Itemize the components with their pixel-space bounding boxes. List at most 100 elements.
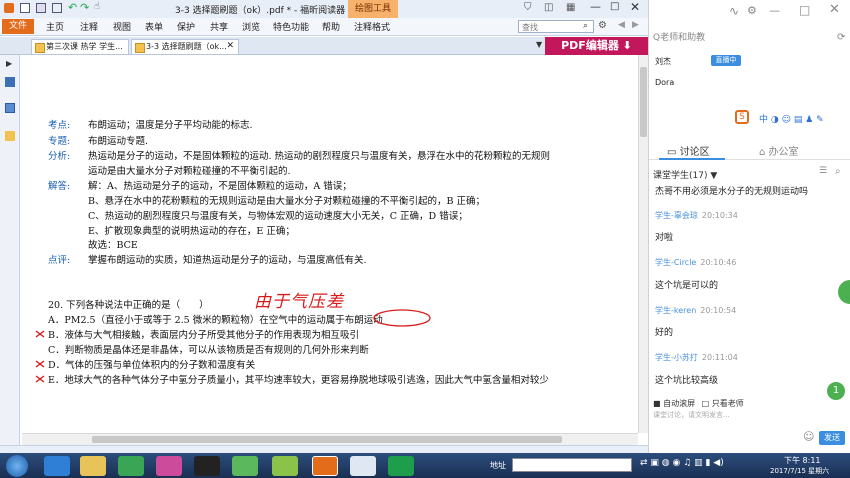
back-arrow-icon[interactable]: ◀ xyxy=(618,20,625,30)
pages-icon[interactable] xyxy=(5,103,15,113)
chat-input[interactable]: 课堂讨论，请文明发言... xyxy=(653,410,847,428)
layout-icon[interactable]: ▦ xyxy=(566,2,575,13)
media-player-icon[interactable] xyxy=(156,456,182,476)
address-bar[interactable] xyxy=(512,458,632,472)
menu-browse[interactable]: 浏览 xyxy=(242,20,260,33)
chat-message-header: 学生-Circle 20:10:46 xyxy=(655,257,736,268)
panel-minimize-button[interactable]: — xyxy=(769,4,780,17)
save-icon[interactable] xyxy=(20,3,30,13)
menu-protect[interactable]: 保护 xyxy=(177,20,195,33)
teacher-name: 刘杰 xyxy=(655,57,671,66)
forward-arrow-icon[interactable]: ▶ xyxy=(632,20,639,30)
comments-icon[interactable] xyxy=(5,131,15,141)
tab-discussion-label: 讨论区 xyxy=(679,147,710,158)
minimize-button[interactable]: — xyxy=(590,0,601,13)
students-dropdown[interactable]: 课堂学生(17) ▼ xyxy=(653,168,717,181)
open-icon[interactable] xyxy=(52,3,62,13)
chat-message-text: 对啦 xyxy=(655,233,674,243)
word-icon[interactable] xyxy=(350,456,376,476)
tab-discussion[interactable]: ▭ 讨论区 xyxy=(667,143,710,158)
close-tab-icon[interactable]: ✕ xyxy=(226,40,234,53)
only-teacher-checkbox[interactable]: □ xyxy=(702,399,712,408)
chat-options: ■ 自动滚屏 □ 只看老师 xyxy=(653,398,744,409)
input-method-icon[interactable]: S xyxy=(735,110,749,124)
maximize-button[interactable]: □ xyxy=(610,1,619,12)
file-menu[interactable]: 文件 xyxy=(2,19,34,34)
settings-icon[interactable]: ⚙ xyxy=(747,4,757,17)
activity-icon[interactable]: ∿ xyxy=(729,4,739,18)
pdf-editor-label: PDF编辑器 xyxy=(561,39,619,52)
print-icon[interactable] xyxy=(36,3,46,13)
menu-form[interactable]: 表单 xyxy=(145,20,163,33)
document-tab-bar: 第三次课 热学 学生... 3-3 选择题刷题（ok... ✕ ▼ PDF编辑器 … xyxy=(0,37,648,55)
tab-label: 第三次课 热学 学生... xyxy=(46,42,123,51)
redo-icon[interactable]: ↷ xyxy=(80,1,89,14)
member-search-placeholder: Q老师和助教 xyxy=(653,33,706,43)
drawing-tools-tab[interactable]: 绘图工具 xyxy=(348,0,398,18)
clock-time[interactable]: 下午 8:11 xyxy=(784,455,821,466)
wechat-icon[interactable] xyxy=(232,456,258,476)
expand-panel-icon[interactable]: ▶ xyxy=(6,59,12,68)
tab-office-label: 办公室 xyxy=(768,147,799,158)
cart-icon[interactable]: ⛉ xyxy=(524,2,532,13)
chat-message-header: 学生-keren 20:10:54 xyxy=(655,305,736,316)
skin-icon[interactable]: ◫ xyxy=(544,2,553,13)
horizontal-scrollbar[interactable] xyxy=(22,433,638,445)
refresh-icon[interactable]: ⟳ xyxy=(837,32,845,43)
chat-icon[interactable]: ☰ xyxy=(819,166,827,176)
emoji-icon[interactable]: ☺ xyxy=(803,430,814,443)
member-search[interactable]: Q老师和助教 xyxy=(653,30,833,46)
tab-office[interactable]: ⌂ 办公室 xyxy=(759,143,799,158)
search-icon[interactable]: ⌕ xyxy=(583,21,588,31)
menu-home[interactable]: 主页 xyxy=(46,20,64,33)
menu-bar: 文件 主页 注释 视图 表单 保护 共享 浏览 特色功能 帮助 注释格式 查找 … xyxy=(0,18,648,36)
hand-tool-icon[interactable]: ☝ xyxy=(94,1,100,12)
classroom-app-icon[interactable] xyxy=(388,456,414,476)
tab-list-icon[interactable]: ▼ xyxy=(536,40,542,49)
game-icon[interactable] xyxy=(272,456,298,476)
toolbar-row: S 中 ◑ ☺ ▤ ♟ ✎ xyxy=(649,108,850,130)
chat-time: 20:10:46 xyxy=(700,258,737,267)
chat-search-icon[interactable]: ⌕ xyxy=(835,166,841,177)
settings-gear-icon[interactable]: ⚙ xyxy=(598,20,607,31)
pdf-editor-button[interactable]: PDF编辑器 ⬇ xyxy=(545,37,648,55)
start-button[interactable] xyxy=(6,455,28,477)
menu-help[interactable]: 帮助 xyxy=(322,20,340,33)
tab-document-1[interactable]: 第三次课 热学 学生... xyxy=(31,39,129,54)
file-explorer-icon[interactable] xyxy=(80,456,106,476)
menu-annotation-format[interactable]: 注释格式 xyxy=(354,20,390,33)
bookmark-icon[interactable] xyxy=(5,77,15,87)
qq-icon[interactable] xyxy=(194,456,220,476)
students-label: 课堂学生(17) xyxy=(653,171,708,181)
menu-features[interactable]: 特色功能 xyxy=(273,20,309,33)
unread-count-badge[interactable]: 1 xyxy=(827,382,845,400)
menu-share[interactable]: 共享 xyxy=(210,20,228,33)
ink-mark-d xyxy=(35,360,45,368)
chat-sender: 学生-小苏打 xyxy=(655,353,698,362)
panel-tabs: ▭ 讨论区 ⌂ 办公室 xyxy=(649,140,850,160)
horizontal-scroll-thumb[interactable] xyxy=(92,436,562,443)
search-placeholder: 查找 xyxy=(522,23,538,32)
status-bar xyxy=(0,445,648,453)
auto-scroll-checkbox[interactable]: ■ xyxy=(653,399,663,408)
panel-close-button[interactable]: ✕ xyxy=(829,2,840,17)
vertical-scrollbar[interactable] xyxy=(638,55,648,433)
send-button[interactable]: 发送 xyxy=(819,431,845,445)
menu-annotate[interactable]: 注释 xyxy=(80,20,98,33)
360-browser-icon[interactable] xyxy=(118,456,144,476)
close-button[interactable]: ✕ xyxy=(630,0,640,14)
menu-view[interactable]: 视图 xyxy=(113,20,131,33)
chat-sender: 学生-Circle xyxy=(655,258,697,267)
chat-message-text: 杰哥不用必须是水分子的无规则运动吗 xyxy=(655,187,809,197)
clock-date[interactable]: 2017/7/15 星期六 xyxy=(770,466,829,476)
undo-icon[interactable]: ↶ xyxy=(68,1,77,14)
search-box[interactable]: 查找 ⌕ xyxy=(518,20,594,33)
panel-maximize-button[interactable]: □ xyxy=(799,3,810,17)
tab-document-2[interactable]: 3-3 选择题刷题（ok... ✕ xyxy=(131,39,239,54)
vertical-scroll-thumb[interactable] xyxy=(640,67,647,137)
ie-browser-icon[interactable] xyxy=(44,456,70,476)
chat-sender: 学生-keren xyxy=(655,306,697,315)
tray-icons[interactable]: ⇄ ▣ ◍ ◉ ♫ ▥ ▮ ◀) xyxy=(640,458,724,468)
ime-toolbar-icons[interactable]: 中 ◑ ☺ ▤ ♟ ✎ xyxy=(759,112,824,125)
foxit-reader-icon[interactable] xyxy=(312,456,338,476)
